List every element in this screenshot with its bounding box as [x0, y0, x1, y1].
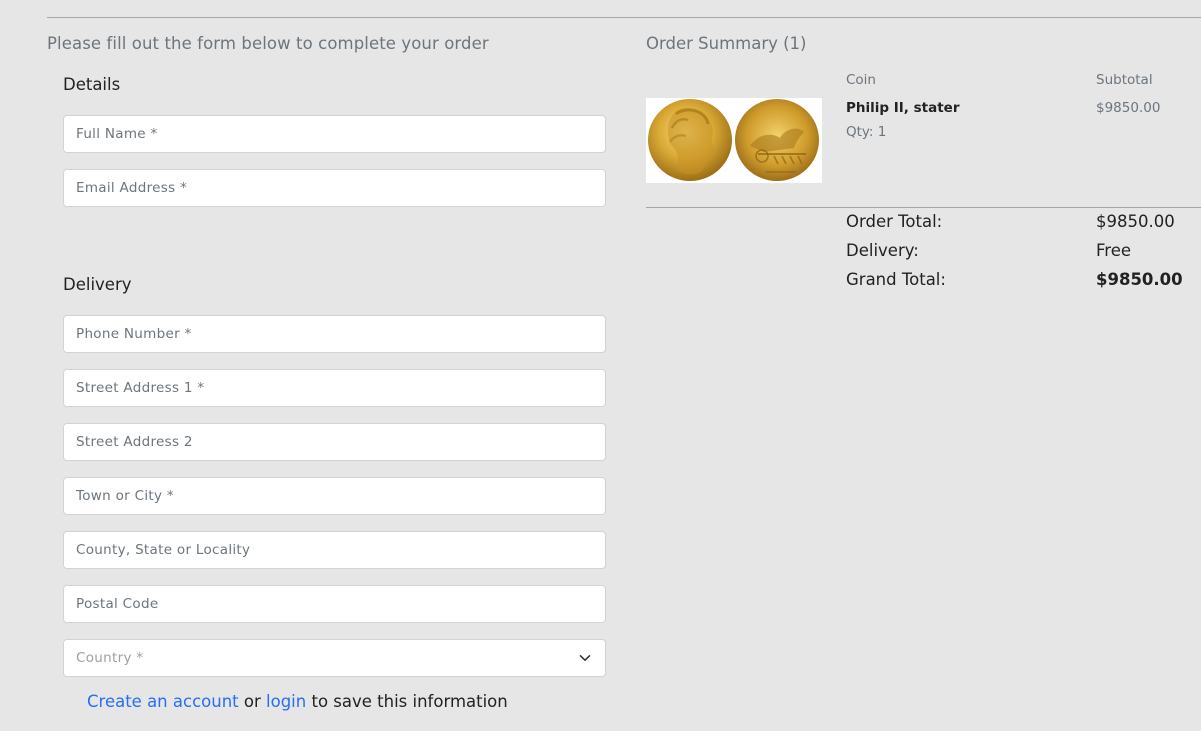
email-field[interactable]: [63, 169, 606, 207]
top-divider: [47, 17, 1201, 18]
order-total-label: Order Total:: [846, 212, 943, 231]
save-info-suffix: to save this information: [311, 692, 508, 711]
subtotal-column-header: Subtotal: [1096, 72, 1153, 88]
form-title: Please fill out the form below to comple…: [47, 34, 489, 53]
login-link[interactable]: login: [266, 692, 306, 711]
street1-field[interactable]: [63, 369, 606, 407]
delivery-value: Free: [1096, 241, 1132, 260]
item-name: Philip II, stater: [846, 100, 960, 116]
phone-input[interactable]: [64, 316, 605, 352]
country-select[interactable]: Country *: [64, 640, 605, 676]
order-total-value: $9850.00: [1096, 212, 1175, 231]
coin-column-header: Coin: [846, 72, 876, 88]
grand-total-label: Grand Total:: [846, 270, 946, 289]
delivery-heading: Delivery: [63, 275, 132, 294]
county-field[interactable]: [63, 531, 606, 569]
order-summary-title: Order Summary (1): [646, 34, 807, 53]
town-field[interactable]: [63, 477, 606, 515]
item-subtotal: $9850.00: [1096, 100, 1161, 116]
full-name-input[interactable]: [64, 116, 605, 152]
street1-input[interactable]: [64, 370, 605, 406]
email-input[interactable]: [64, 170, 605, 206]
phone-field[interactable]: [63, 315, 606, 353]
item-quantity: Qty: 1: [846, 124, 887, 140]
town-input[interactable]: [64, 478, 605, 514]
delivery-label: Delivery:: [846, 241, 919, 260]
details-heading: Details: [63, 75, 121, 94]
save-info-or: or: [243, 692, 261, 711]
gold-stater-coin-image: [646, 98, 822, 183]
postcode-field[interactable]: [63, 585, 606, 623]
summary-divider: [646, 207, 1201, 208]
county-input[interactable]: [64, 532, 605, 568]
street2-input[interactable]: [64, 424, 605, 460]
street2-field[interactable]: [63, 423, 606, 461]
create-account-link[interactable]: Create an account: [87, 692, 239, 711]
save-info-text: Create an account or login to save this …: [87, 692, 508, 711]
full-name-field[interactable]: [63, 115, 606, 153]
postcode-input[interactable]: [64, 586, 605, 622]
country-field[interactable]: Country *: [63, 639, 606, 677]
grand-total-value: $9850.00: [1096, 270, 1183, 289]
